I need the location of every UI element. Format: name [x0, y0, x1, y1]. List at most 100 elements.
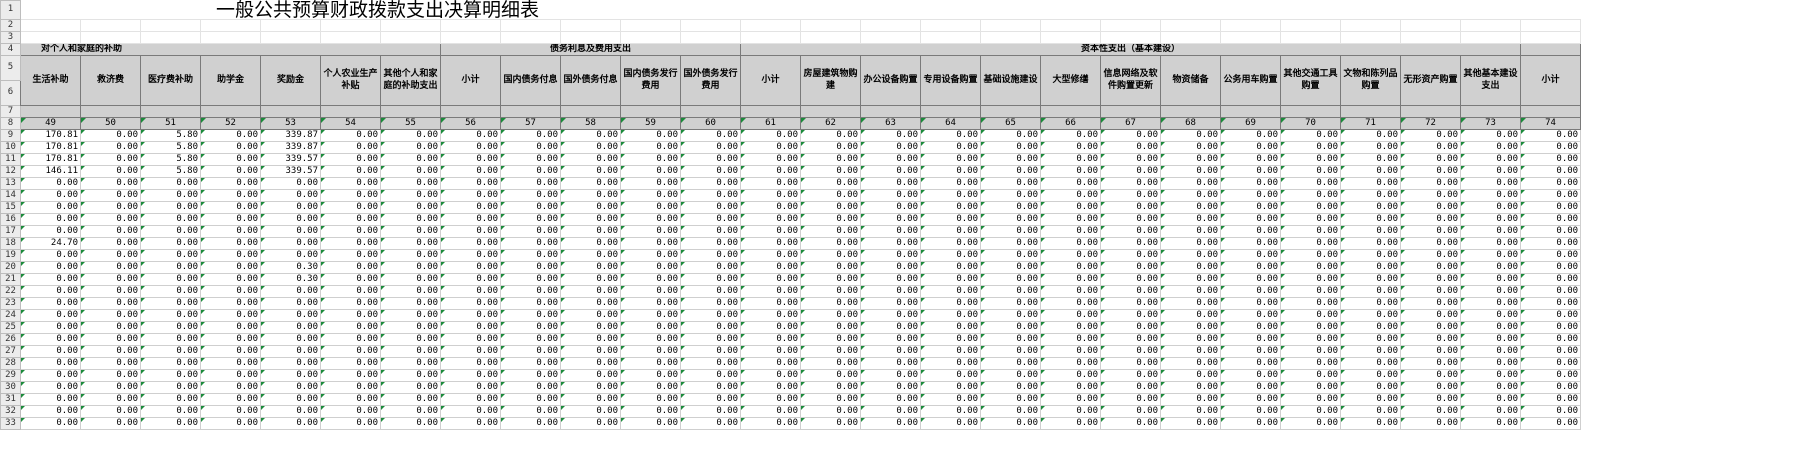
data-cell[interactable]: 0.00: [1220, 224, 1281, 238]
data-cell[interactable]: 0.00: [1519, 140, 1582, 154]
row-header[interactable]: 4: [0, 42, 21, 56]
data-cell[interactable]: 0.00: [1280, 380, 1341, 394]
data-cell[interactable]: 0.00: [920, 152, 981, 166]
data-cell[interactable]: 0.00: [860, 224, 921, 238]
data-cell[interactable]: 0.00: [1460, 212, 1521, 226]
empty-cell[interactable]: [620, 30, 681, 44]
data-cell[interactable]: 0.00: [680, 128, 741, 142]
data-cell[interactable]: 0.00: [1100, 308, 1161, 322]
data-cell[interactable]: 0.00: [440, 188, 501, 202]
data-cell[interactable]: 0.00: [1400, 140, 1461, 154]
data-cell[interactable]: 0.00: [320, 188, 381, 202]
data-cell[interactable]: 0.00: [380, 356, 441, 370]
data-cell[interactable]: 0.00: [1340, 296, 1401, 310]
data-cell[interactable]: 0.00: [1040, 284, 1101, 298]
data-cell[interactable]: 0.00: [1220, 176, 1281, 190]
data-cell[interactable]: 0.00: [440, 392, 501, 406]
data-cell[interactable]: 0.00: [920, 332, 981, 346]
data-cell[interactable]: 0.00: [560, 272, 621, 286]
data-cell[interactable]: 0.00: [1460, 380, 1521, 394]
data-cell[interactable]: 0.00: [920, 284, 981, 298]
data-cell[interactable]: 0.00: [1040, 404, 1101, 418]
data-cell[interactable]: 0.00: [320, 368, 381, 382]
empty-cell[interactable]: [320, 30, 381, 44]
data-cell[interactable]: 0.00: [440, 416, 501, 430]
data-cell[interactable]: 0.00: [1040, 212, 1101, 226]
data-cell[interactable]: 0.00: [80, 176, 141, 190]
data-cell[interactable]: 0.00: [320, 248, 381, 262]
data-cell[interactable]: 0.00: [1340, 320, 1401, 334]
data-cell[interactable]: 0.00: [1460, 308, 1521, 322]
data-cell[interactable]: 0.00: [620, 200, 681, 214]
data-cell[interactable]: 0.00: [500, 296, 561, 310]
data-cell[interactable]: 0.00: [380, 392, 441, 406]
empty-cell[interactable]: [920, 30, 981, 44]
data-cell[interactable]: 0.00: [140, 212, 201, 226]
data-cell[interactable]: 0.00: [440, 404, 501, 418]
data-cell[interactable]: 0.00: [560, 284, 621, 298]
data-cell[interactable]: 0.00: [1280, 296, 1341, 310]
data-cell[interactable]: 0.00: [500, 188, 561, 202]
data-cell[interactable]: 0.00: [980, 176, 1041, 190]
data-cell[interactable]: 0.00: [1220, 128, 1281, 142]
row-header[interactable]: 31: [0, 392, 21, 406]
data-cell[interactable]: 0.00: [860, 236, 921, 250]
data-cell[interactable]: 0.00: [740, 308, 801, 322]
data-cell[interactable]: 0.00: [260, 200, 321, 214]
data-cell[interactable]: 0.00: [1040, 320, 1101, 334]
row-header[interactable]: 17: [0, 224, 21, 238]
data-cell[interactable]: 0.00: [560, 164, 621, 178]
data-cell[interactable]: 0.00: [980, 188, 1041, 202]
data-cell[interactable]: 0.00: [800, 320, 861, 334]
data-cell[interactable]: 0.00: [260, 284, 321, 298]
data-cell[interactable]: 0.00: [1100, 200, 1161, 214]
data-cell[interactable]: 0.00: [500, 140, 561, 154]
data-cell[interactable]: 0.00: [1040, 128, 1101, 142]
data-cell[interactable]: 0.00: [140, 368, 201, 382]
data-cell[interactable]: 0.00: [320, 404, 381, 418]
data-cell[interactable]: 0.00: [1460, 284, 1521, 298]
data-cell[interactable]: 0.00: [980, 404, 1041, 418]
data-cell[interactable]: 0.00: [980, 296, 1041, 310]
row-header[interactable]: 18: [0, 236, 21, 250]
data-cell[interactable]: 0.00: [1220, 164, 1281, 178]
data-cell[interactable]: 0.00: [1280, 200, 1341, 214]
row-header[interactable]: 32: [0, 404, 21, 418]
data-cell[interactable]: 0.00: [1280, 416, 1341, 430]
data-cell[interactable]: 0.00: [440, 176, 501, 190]
data-cell[interactable]: 0.00: [20, 380, 81, 394]
data-cell[interactable]: 0.00: [380, 416, 441, 430]
data-cell[interactable]: 0.00: [320, 272, 381, 286]
data-cell[interactable]: 0.00: [1340, 368, 1401, 382]
data-cell[interactable]: 0.00: [500, 284, 561, 298]
data-cell[interactable]: 0.00: [260, 380, 321, 394]
data-cell[interactable]: 0.00: [620, 356, 681, 370]
data-cell[interactable]: 0.00: [1280, 140, 1341, 154]
data-cell[interactable]: 0.00: [380, 248, 441, 262]
data-cell[interactable]: 0.00: [500, 308, 561, 322]
empty-cell[interactable]: [860, 30, 921, 44]
data-cell[interactable]: 0.00: [740, 152, 801, 166]
data-cell[interactable]: 0.00: [440, 152, 501, 166]
data-cell[interactable]: 0.00: [680, 320, 741, 334]
data-cell[interactable]: 0.00: [1280, 176, 1341, 190]
data-cell[interactable]: 0.00: [1400, 416, 1461, 430]
data-cell[interactable]: 0.00: [800, 344, 861, 358]
empty-cell[interactable]: [1400, 18, 1461, 32]
data-cell[interactable]: 0.00: [800, 260, 861, 274]
data-cell[interactable]: 0.00: [1040, 236, 1101, 250]
data-cell[interactable]: 0.00: [1400, 272, 1461, 286]
data-cell[interactable]: 0.00: [1340, 224, 1401, 238]
empty-cell[interactable]: [1340, 18, 1401, 32]
row-header[interactable]: 19: [0, 248, 21, 262]
data-cell[interactable]: 0.00: [320, 380, 381, 394]
data-cell[interactable]: 0.00: [80, 140, 141, 154]
data-cell[interactable]: 0.00: [200, 212, 261, 226]
data-cell[interactable]: 0.00: [1040, 152, 1101, 166]
empty-cell[interactable]: [440, 30, 501, 44]
data-cell[interactable]: 0.00: [1460, 188, 1521, 202]
data-cell[interactable]: 0.00: [500, 392, 561, 406]
data-cell[interactable]: 0.00: [800, 380, 861, 394]
data-cell[interactable]: 0.00: [1040, 260, 1101, 274]
data-cell[interactable]: 0.00: [200, 164, 261, 178]
